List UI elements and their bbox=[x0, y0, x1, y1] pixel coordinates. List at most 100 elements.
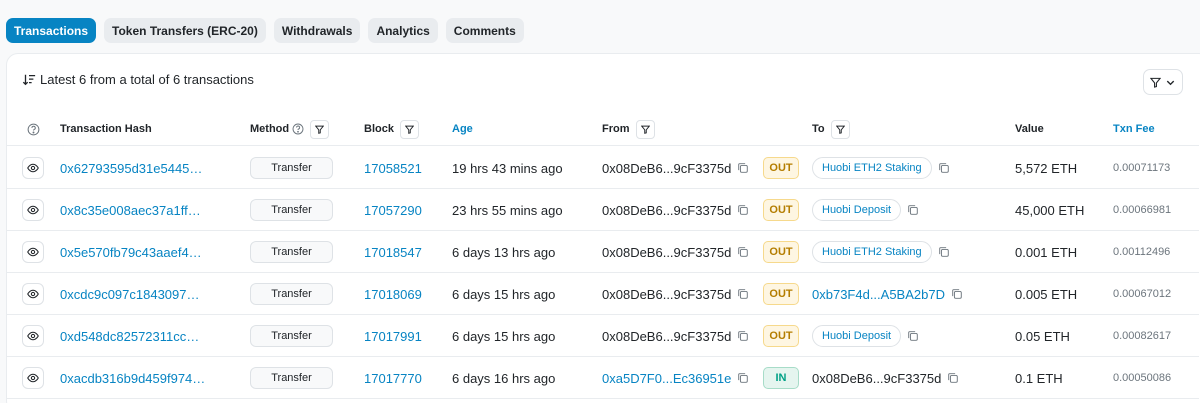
filter-icon bbox=[640, 125, 650, 134]
copy-icon[interactable] bbox=[907, 330, 919, 342]
help-column[interactable] bbox=[27, 114, 40, 144]
from-address: 0x08DeB6...9cF3375d bbox=[602, 202, 732, 218]
copy-icon[interactable] bbox=[737, 246, 749, 258]
txn-fee-text: 0.00066981 bbox=[1113, 204, 1172, 216]
direction-badge: OUT bbox=[763, 241, 799, 263]
preview-button[interactable] bbox=[22, 157, 44, 179]
transaction-hash-link[interactable]: 0x62793595d31e5445… bbox=[60, 147, 202, 189]
eye-icon bbox=[27, 373, 39, 383]
to-name-tag[interactable]: Huobi ETH2 Staking bbox=[812, 157, 932, 179]
to-filter-button[interactable] bbox=[830, 119, 850, 139]
preview-button[interactable] bbox=[22, 283, 44, 305]
to-name-tag[interactable]: Huobi Deposit bbox=[812, 199, 902, 221]
method-badge: Transfer bbox=[250, 241, 333, 263]
filter-icon bbox=[1150, 77, 1161, 88]
preview-button[interactable] bbox=[22, 367, 44, 389]
value-text: 0.1 ETH bbox=[1015, 370, 1063, 386]
age-text: 6 days 16 hrs ago bbox=[452, 370, 556, 386]
eye-icon bbox=[27, 163, 39, 173]
eye-icon bbox=[27, 205, 39, 215]
tab-withdrawals[interactable]: Withdrawals bbox=[273, 18, 361, 43]
summary-text: Latest 6 from a total of 6 transactions bbox=[40, 72, 254, 87]
tab-token-transfers[interactable]: Token Transfers (ERC-20) bbox=[104, 18, 266, 43]
transaction-hash-link[interactable]: 0xcdc9c097c1843097… bbox=[60, 273, 200, 315]
transactions-card: Latest 6 from a total of 6 transactions … bbox=[6, 53, 1200, 403]
copy-icon[interactable] bbox=[907, 204, 919, 216]
method-badge: Transfer bbox=[250, 325, 333, 347]
info-circle-icon bbox=[292, 123, 304, 135]
filter-icon bbox=[835, 125, 845, 134]
tab-transactions[interactable]: Transactions bbox=[6, 18, 97, 43]
from-address[interactable]: 0xa5D7F0...Ec36951e bbox=[602, 371, 731, 386]
transaction-hash-link[interactable]: 0xacdb316b9d459f974… bbox=[60, 357, 205, 399]
block-link[interactable]: 17057290 bbox=[364, 189, 422, 231]
value-text: 45,000 ETH bbox=[1015, 202, 1085, 218]
eye-icon bbox=[27, 331, 39, 341]
col-method: Method bbox=[250, 114, 330, 144]
block-link[interactable]: 17058521 bbox=[364, 147, 422, 189]
method-badge: Transfer bbox=[250, 157, 333, 179]
table-header: Transaction Hash Method Block Age From T… bbox=[7, 114, 1199, 146]
from-address: 0x08DeB6...9cF3375d bbox=[602, 244, 732, 260]
table-row: 0xd548dc82572311cc… Transfer 17017991 6 … bbox=[7, 315, 1199, 357]
table-row: 0x8c35e008aec37a1ff… Transfer 17057290 2… bbox=[7, 189, 1199, 231]
col-block: Block bbox=[364, 114, 419, 144]
method-badge: Transfer bbox=[250, 367, 333, 389]
eye-icon bbox=[27, 247, 39, 257]
col-txn-fee[interactable]: Txn Fee bbox=[1113, 114, 1155, 144]
method-badge: Transfer bbox=[250, 199, 333, 221]
col-age[interactable]: Age bbox=[452, 114, 473, 144]
from-address: 0x08DeB6...9cF3375d bbox=[602, 160, 732, 176]
preview-button[interactable] bbox=[22, 199, 44, 221]
block-link[interactable]: 17018547 bbox=[364, 231, 422, 273]
to-address-link[interactable]: 0xb73F4d...A5BA2b7D bbox=[812, 287, 945, 302]
copy-icon[interactable] bbox=[951, 288, 963, 300]
filter-dropdown-button[interactable] bbox=[1143, 69, 1183, 95]
copy-icon[interactable] bbox=[938, 246, 950, 258]
transaction-hash-link[interactable]: 0xd548dc82572311cc… bbox=[60, 315, 199, 357]
from-filter-button[interactable] bbox=[635, 119, 655, 139]
tab-analytics[interactable]: Analytics bbox=[368, 18, 438, 43]
table-row: 0xcdc9c097c1843097… Transfer 17018069 6 … bbox=[7, 273, 1199, 315]
to-address: 0x08DeB6...9cF3375d bbox=[812, 370, 942, 386]
age-text: 19 hrs 43 mins ago bbox=[452, 160, 563, 176]
col-to: To bbox=[812, 114, 850, 144]
txn-fee-text: 0.00067012 bbox=[1113, 288, 1172, 300]
summary: Latest 6 from a total of 6 transactions bbox=[22, 72, 254, 87]
direction-badge: OUT bbox=[763, 157, 799, 179]
preview-button[interactable] bbox=[22, 325, 44, 347]
filter-icon bbox=[404, 125, 414, 134]
copy-icon[interactable] bbox=[938, 162, 950, 174]
question-circle-icon bbox=[27, 123, 40, 135]
copy-icon[interactable] bbox=[737, 162, 749, 174]
copy-icon[interactable] bbox=[947, 372, 959, 384]
to-name-tag[interactable]: Huobi ETH2 Staking bbox=[812, 241, 932, 263]
to-name-tag[interactable]: Huobi Deposit bbox=[812, 325, 902, 347]
col-transaction-hash: Transaction Hash bbox=[60, 123, 152, 135]
copy-icon[interactable] bbox=[737, 288, 749, 300]
eye-icon bbox=[27, 289, 39, 299]
transaction-hash-link[interactable]: 0x5e570fb79c43aaef4… bbox=[60, 231, 202, 273]
transaction-hash-link[interactable]: 0x8c35e008aec37a1ff… bbox=[60, 189, 201, 231]
from-address: 0x08DeB6...9cF3375d bbox=[602, 328, 732, 344]
col-value: Value bbox=[1015, 123, 1044, 135]
copy-icon[interactable] bbox=[737, 372, 749, 384]
table-row: 0xacdb316b9d459f974… Transfer 17017770 6… bbox=[7, 357, 1199, 399]
value-text: 0.005 ETH bbox=[1015, 286, 1078, 302]
sort-descending-icon bbox=[22, 74, 36, 85]
preview-button[interactable] bbox=[22, 241, 44, 263]
value-text: 0.05 ETH bbox=[1015, 328, 1070, 344]
tab-bar: Transactions Token Transfers (ERC-20) Wi… bbox=[6, 18, 524, 43]
copy-icon[interactable] bbox=[737, 330, 749, 342]
age-text: 6 days 15 hrs ago bbox=[452, 328, 556, 344]
age-text: 6 days 13 hrs ago bbox=[452, 244, 556, 260]
from-address: 0x08DeB6...9cF3375d bbox=[602, 286, 732, 302]
block-filter-button[interactable] bbox=[399, 119, 419, 139]
method-filter-button[interactable] bbox=[310, 119, 330, 139]
txn-fee-text: 0.00082617 bbox=[1113, 330, 1172, 342]
block-link[interactable]: 17017770 bbox=[364, 357, 422, 399]
tab-comments[interactable]: Comments bbox=[445, 18, 524, 43]
block-link[interactable]: 17018069 bbox=[364, 273, 422, 315]
block-link[interactable]: 17017991 bbox=[364, 315, 422, 357]
copy-icon[interactable] bbox=[737, 204, 749, 216]
